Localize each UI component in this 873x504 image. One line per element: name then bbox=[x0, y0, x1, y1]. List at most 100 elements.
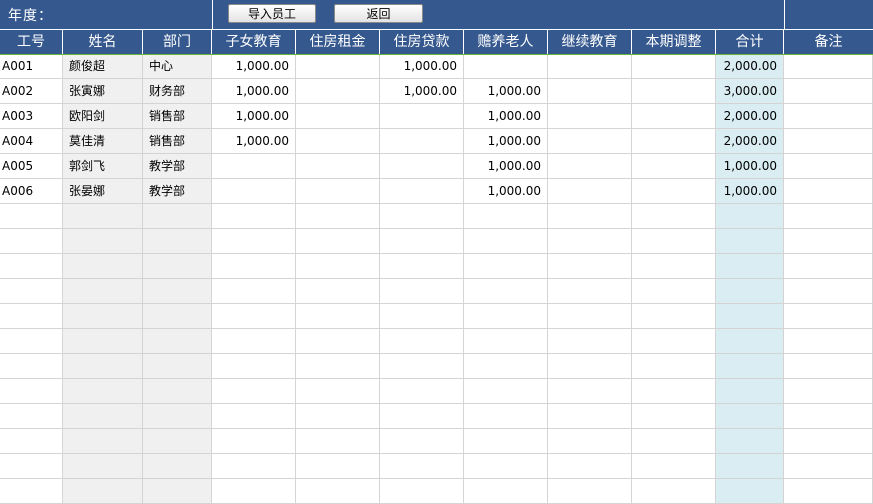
cell-col-department[interactable] bbox=[143, 379, 212, 404]
cell-col-child-education[interactable] bbox=[212, 454, 296, 479]
cell-col-department[interactable] bbox=[143, 304, 212, 329]
cell-col-elder-support[interactable] bbox=[464, 479, 548, 504]
cell-col-period-adjustment[interactable] bbox=[632, 404, 716, 429]
cell-col-housing-rent[interactable] bbox=[296, 129, 380, 154]
cell-col-housing-rent[interactable] bbox=[296, 429, 380, 454]
cell-col-period-adjustment[interactable] bbox=[632, 254, 716, 279]
cell-col-department[interactable]: 中心 bbox=[143, 54, 212, 79]
cell-col-total[interactable]: 3,000.00 bbox=[716, 79, 784, 104]
cell-col-elder-support[interactable] bbox=[464, 254, 548, 279]
cell-col-department[interactable] bbox=[143, 429, 212, 454]
cell-col-total[interactable] bbox=[716, 204, 784, 229]
cell-col-department[interactable]: 销售部 bbox=[143, 104, 212, 129]
cell-col-elder-support[interactable] bbox=[464, 454, 548, 479]
cell-col-child-education[interactable] bbox=[212, 304, 296, 329]
cell-col-period-adjustment[interactable] bbox=[632, 79, 716, 104]
cell-col-total[interactable] bbox=[716, 254, 784, 279]
cell-col-child-education[interactable] bbox=[212, 429, 296, 454]
cell-col-housing-loan[interactable] bbox=[380, 404, 464, 429]
cell-col-period-adjustment[interactable] bbox=[632, 304, 716, 329]
cell-col-name[interactable] bbox=[63, 379, 143, 404]
cell-col-name[interactable] bbox=[63, 254, 143, 279]
cell-col-employee-id[interactable] bbox=[0, 454, 63, 479]
cell-col-housing-loan[interactable]: 1,000.00 bbox=[380, 54, 464, 79]
cell-col-housing-loan[interactable] bbox=[380, 379, 464, 404]
cell-col-housing-loan[interactable] bbox=[380, 304, 464, 329]
cell-col-housing-loan[interactable] bbox=[380, 354, 464, 379]
cell-col-remarks[interactable] bbox=[784, 379, 873, 404]
cell-col-housing-rent[interactable] bbox=[296, 304, 380, 329]
cell-col-housing-rent[interactable] bbox=[296, 79, 380, 104]
cell-col-employee-id[interactable]: A001 bbox=[0, 54, 63, 79]
cell-col-housing-loan[interactable] bbox=[380, 154, 464, 179]
cell-col-department[interactable] bbox=[143, 229, 212, 254]
cell-col-employee-id[interactable]: A005 bbox=[0, 154, 63, 179]
cell-col-continuing-education[interactable] bbox=[548, 479, 632, 504]
cell-col-employee-id[interactable] bbox=[0, 379, 63, 404]
cell-col-remarks[interactable] bbox=[784, 204, 873, 229]
cell-col-housing-loan[interactable] bbox=[380, 204, 464, 229]
cell-col-period-adjustment[interactable] bbox=[632, 429, 716, 454]
cell-col-department[interactable] bbox=[143, 254, 212, 279]
cell-col-continuing-education[interactable] bbox=[548, 179, 632, 204]
cell-col-continuing-education[interactable] bbox=[548, 204, 632, 229]
cell-col-housing-rent[interactable] bbox=[296, 104, 380, 129]
cell-col-child-education[interactable] bbox=[212, 354, 296, 379]
cell-col-housing-rent[interactable] bbox=[296, 479, 380, 504]
cell-col-total[interactable] bbox=[716, 229, 784, 254]
cell-col-employee-id[interactable] bbox=[0, 229, 63, 254]
cell-col-continuing-education[interactable] bbox=[548, 79, 632, 104]
cell-col-total[interactable] bbox=[716, 479, 784, 504]
cell-col-name[interactable] bbox=[63, 454, 143, 479]
cell-col-housing-loan[interactable]: 1,000.00 bbox=[380, 79, 464, 104]
cell-col-name[interactable]: 郭剑飞 bbox=[63, 154, 143, 179]
cell-col-period-adjustment[interactable] bbox=[632, 379, 716, 404]
cell-col-child-education[interactable] bbox=[212, 179, 296, 204]
cell-col-elder-support[interactable]: 1,000.00 bbox=[464, 179, 548, 204]
cell-col-elder-support[interactable] bbox=[464, 354, 548, 379]
cell-col-elder-support[interactable] bbox=[464, 304, 548, 329]
cell-col-employee-id[interactable] bbox=[0, 254, 63, 279]
cell-col-remarks[interactable] bbox=[784, 229, 873, 254]
back-button[interactable]: 返回 bbox=[334, 4, 423, 23]
cell-col-elder-support[interactable]: 1,000.00 bbox=[464, 129, 548, 154]
cell-col-total[interactable]: 2,000.00 bbox=[716, 129, 784, 154]
cell-col-child-education[interactable]: 1,000.00 bbox=[212, 129, 296, 154]
cell-col-employee-id[interactable] bbox=[0, 429, 63, 454]
cell-col-name[interactable] bbox=[63, 229, 143, 254]
cell-col-elder-support[interactable] bbox=[464, 54, 548, 79]
cell-col-name[interactable] bbox=[63, 304, 143, 329]
cell-col-remarks[interactable] bbox=[784, 354, 873, 379]
cell-col-child-education[interactable]: 1,000.00 bbox=[212, 54, 296, 79]
cell-col-employee-id[interactable] bbox=[0, 304, 63, 329]
cell-col-continuing-education[interactable] bbox=[548, 229, 632, 254]
cell-col-period-adjustment[interactable] bbox=[632, 454, 716, 479]
cell-col-department[interactable] bbox=[143, 279, 212, 304]
cell-col-housing-loan[interactable] bbox=[380, 454, 464, 479]
cell-col-child-education[interactable] bbox=[212, 254, 296, 279]
cell-col-name[interactable] bbox=[63, 404, 143, 429]
cell-col-period-adjustment[interactable] bbox=[632, 154, 716, 179]
cell-col-name[interactable] bbox=[63, 204, 143, 229]
cell-col-period-adjustment[interactable] bbox=[632, 329, 716, 354]
cell-col-continuing-education[interactable] bbox=[548, 54, 632, 79]
cell-col-remarks[interactable] bbox=[784, 129, 873, 154]
cell-col-housing-rent[interactable] bbox=[296, 179, 380, 204]
cell-col-child-education[interactable] bbox=[212, 204, 296, 229]
cell-col-remarks[interactable] bbox=[784, 429, 873, 454]
cell-col-employee-id[interactable]: A003 bbox=[0, 104, 63, 129]
cell-col-period-adjustment[interactable] bbox=[632, 279, 716, 304]
cell-col-child-education[interactable] bbox=[212, 379, 296, 404]
cell-col-remarks[interactable] bbox=[784, 454, 873, 479]
cell-col-period-adjustment[interactable] bbox=[632, 54, 716, 79]
cell-col-housing-loan[interactable] bbox=[380, 254, 464, 279]
cell-col-child-education[interactable]: 1,000.00 bbox=[212, 79, 296, 104]
cell-col-housing-rent[interactable] bbox=[296, 454, 380, 479]
cell-col-total[interactable] bbox=[716, 379, 784, 404]
cell-col-total[interactable]: 2,000.00 bbox=[716, 54, 784, 79]
cell-col-department[interactable] bbox=[143, 404, 212, 429]
cell-col-remarks[interactable] bbox=[784, 79, 873, 104]
cell-col-total[interactable] bbox=[716, 304, 784, 329]
cell-col-housing-rent[interactable] bbox=[296, 254, 380, 279]
cell-col-continuing-education[interactable] bbox=[548, 329, 632, 354]
